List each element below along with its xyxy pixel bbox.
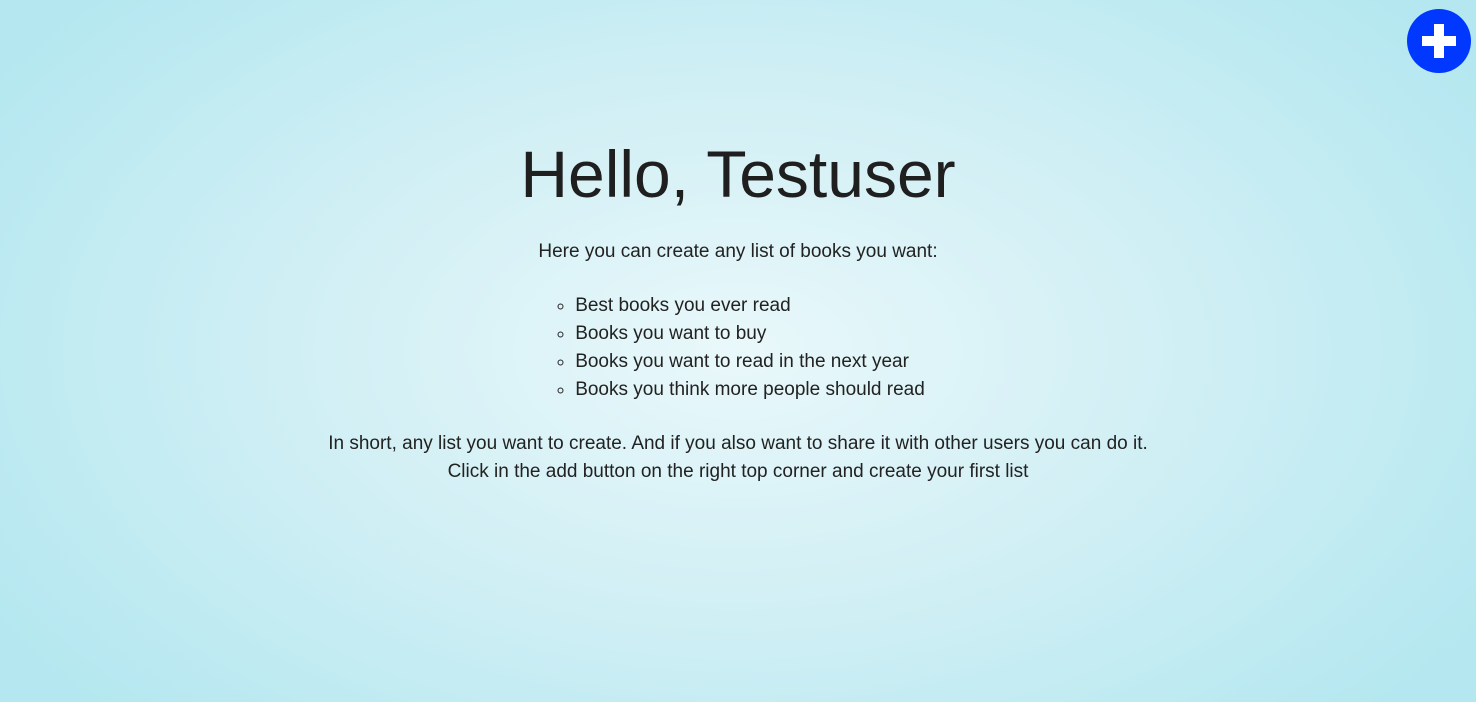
outro-text: In short, any list you want to create. A… (0, 430, 1476, 486)
outro-line-1: In short, any list you want to create. A… (328, 433, 1148, 454)
outro-line-2: Click in the add button on the right top… (447, 461, 1029, 482)
examples-list: Best books you ever read Books you want … (551, 292, 925, 404)
list-item: Books you think more people should read (575, 376, 925, 404)
greeting-title: Hello, Testuser (520, 137, 956, 211)
intro-text: Here you can create any list of books yo… (538, 241, 938, 262)
list-item: Books you want to buy (575, 320, 925, 348)
list-item: Books you want to read in the next year (575, 348, 925, 376)
list-item: Best books you ever read (575, 292, 925, 320)
plus-icon (1419, 21, 1459, 61)
add-list-button[interactable] (1407, 9, 1471, 73)
examples-list-wrapper: Best books you ever read Books you want … (0, 292, 1476, 404)
